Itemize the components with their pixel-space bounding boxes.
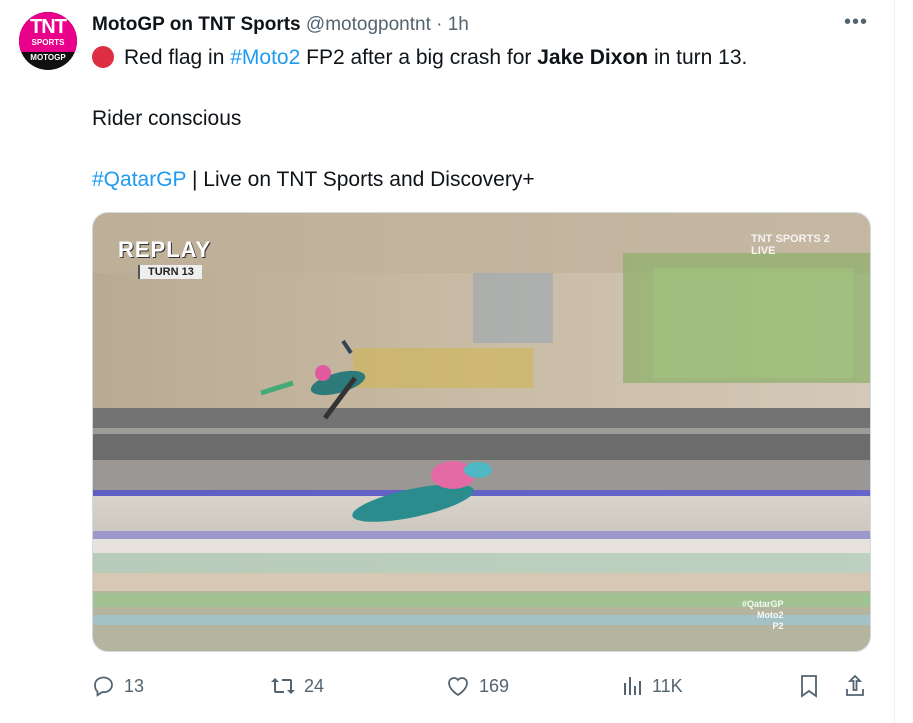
tweet[interactable]: TNT SPORTS MOTOGP MotoGP on TNT Sports @… <box>0 0 895 723</box>
avatar-logo-subtext: SPORTS <box>31 38 65 47</box>
tweet-text-line: #QatarGP | Live on TNT Sports and Discov… <box>92 168 535 192</box>
retweet-count: 24 <box>304 675 325 696</box>
broadcaster-sub: LIVE <box>751 245 776 257</box>
more-icon[interactable]: ••• <box>843 12 869 38</box>
view-count: 11K <box>652 675 683 696</box>
hashtag-link[interactable]: #QatarGP <box>92 168 186 191</box>
tweet-text-line: Red flag in #Moto2 FP2 after a big crash… <box>92 46 747 70</box>
session-class: Moto2 <box>757 610 784 620</box>
views-button[interactable]: 11K <box>622 668 683 704</box>
broadcaster-logo: TNT SPORTS 2 LIVE <box>751 233 830 257</box>
session-name: P2 <box>772 621 784 631</box>
avatar-logo-text: TNT <box>30 16 67 38</box>
tweet-media-image[interactable]: REPLAY TURN 13 TNT SPORTS 2 LIVE #QatarG… <box>92 212 871 652</box>
hashtag-link[interactable]: #Moto2 <box>230 46 300 69</box>
bookmark-icon <box>801 675 817 698</box>
avatar[interactable]: TNT SPORTS MOTOGP <box>19 12 77 70</box>
text-segment: FP2 after a big crash for <box>300 46 538 69</box>
tweet-header: MotoGP on TNT Sports @motogpontnt · 1h <box>92 14 469 36</box>
meta-separator: · <box>436 14 443 35</box>
broadcaster-name: TNT SPORTS 2 <box>751 233 830 245</box>
crash-replay-frame <box>93 213 870 651</box>
session-hashtag: #QatarGP <box>742 599 784 609</box>
reply-button[interactable]: 13 <box>92 668 144 704</box>
text-segment: Red flag in <box>124 46 231 69</box>
bookmark-button[interactable] <box>798 668 828 704</box>
text-segment: in turn 13. <box>648 46 748 69</box>
session-tag: #QatarGP Moto2 P2 <box>742 599 784 632</box>
avatar-logo-footer: MOTOGP <box>30 53 66 62</box>
share-button[interactable] <box>844 668 874 704</box>
action-bar: 13 24 169 11K <box>92 668 869 704</box>
reply-count: 13 <box>124 675 145 696</box>
turn-label: TURN 13 <box>138 265 202 279</box>
retweet-icon <box>271 678 295 694</box>
like-count: 169 <box>479 675 510 696</box>
like-button[interactable]: 169 <box>445 668 509 704</box>
tweet-text-line: Rider conscious <box>92 107 242 130</box>
text-segment: | Live on TNT Sports and Discovery+ <box>186 168 535 191</box>
like-icon <box>448 677 468 697</box>
author-name[interactable]: MotoGP on TNT Sports <box>92 14 301 35</box>
author-handle[interactable]: @motogpontnt <box>306 14 431 35</box>
retweet-button[interactable]: 24 <box>270 668 324 704</box>
reply-icon <box>94 676 113 697</box>
tweet-time[interactable]: 1h <box>448 14 469 35</box>
rider-name: Jake Dixon <box>537 46 649 69</box>
red-circle-icon <box>92 46 114 68</box>
views-icon <box>624 677 641 695</box>
replay-label: REPLAY <box>118 237 212 262</box>
share-icon <box>846 674 864 696</box>
